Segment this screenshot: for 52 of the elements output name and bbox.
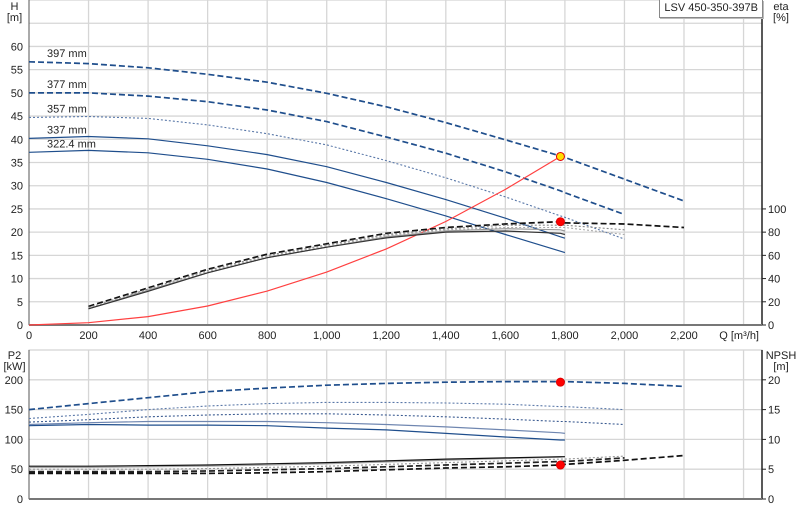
- axis-tick-label: 50: [10, 88, 23, 100]
- axis-tick-label: 20: [768, 296, 780, 309]
- curve-label: 322.4 mm: [47, 138, 96, 150]
- axis-tick-label: 60: [10, 41, 23, 54]
- axis-tick-label: 400: [138, 330, 158, 342]
- axis-tick-label: 50: [10, 464, 23, 476]
- axis-tick-label: 40: [768, 274, 780, 286]
- axis-tick-label: 1,600: [492, 330, 520, 342]
- axis-tick-label: 200: [79, 330, 98, 342]
- axis-title: H [m]: [6, 2, 24, 24]
- axis-title: Q [m³/h]: [719, 330, 759, 342]
- axis-tick-label: 25: [10, 204, 23, 216]
- axis-tick-label: 45: [10, 111, 23, 124]
- axis-tick-label: 0: [26, 330, 32, 342]
- axis-tick-label: 60: [768, 250, 780, 262]
- axis-tick-label: 1,200: [372, 330, 400, 342]
- axis-tick-label: 0: [768, 494, 774, 506]
- axis-tick-label: 100: [4, 434, 23, 446]
- axis-tick-label: 15: [768, 404, 780, 417]
- axis-tick-label: 800: [258, 330, 276, 342]
- axis-tick-label: 0: [768, 320, 774, 332]
- curve-label: 377 mm: [47, 78, 87, 91]
- axis-tick-label: 0: [16, 320, 23, 332]
- axis-tick-label: 1,400: [432, 330, 460, 342]
- legend-box: LSV 450-350-397B: [659, 0, 763, 18]
- curve-label: 337 mm: [47, 124, 87, 136]
- curve-label: 397 mm: [47, 48, 87, 60]
- axis-tick-label: 55: [10, 64, 23, 77]
- axis-tick-label: 15: [10, 250, 23, 262]
- axis-tick-label: 1,800: [551, 330, 579, 342]
- axis-tick-label: 2,000: [610, 330, 638, 342]
- axis-tick-label: 30: [10, 180, 23, 193]
- axis-tick-label: 80: [768, 227, 780, 240]
- axis-tick-label: 10: [768, 434, 780, 446]
- axis-tick-label: 150: [4, 404, 23, 417]
- axis-tick-label: 0: [16, 494, 23, 506]
- axis-tick-label: 200: [4, 374, 23, 387]
- axis-tick-label: 35: [10, 158, 23, 170]
- axis-tick-label: 20: [10, 227, 23, 240]
- axis-tick-label: 100: [768, 204, 786, 216]
- axis-tick-label: 40: [10, 134, 23, 146]
- axis-tick-label: 5: [768, 464, 774, 476]
- axis-tick-label: 2,200: [670, 330, 698, 342]
- axis-title: NPSH [m]: [764, 351, 798, 373]
- axis-title: P2 [kW]: [2, 351, 26, 373]
- axis-tick-label: 5: [16, 296, 23, 309]
- curve-label: 357 mm: [47, 103, 87, 116]
- axis-tick-label: 10: [10, 274, 23, 286]
- axis-tick-label: 20: [768, 374, 780, 387]
- axis-title: eta [%]: [772, 2, 790, 24]
- axis-tick-label: 600: [198, 330, 217, 342]
- axis-tick-label: 1,000: [312, 330, 340, 342]
